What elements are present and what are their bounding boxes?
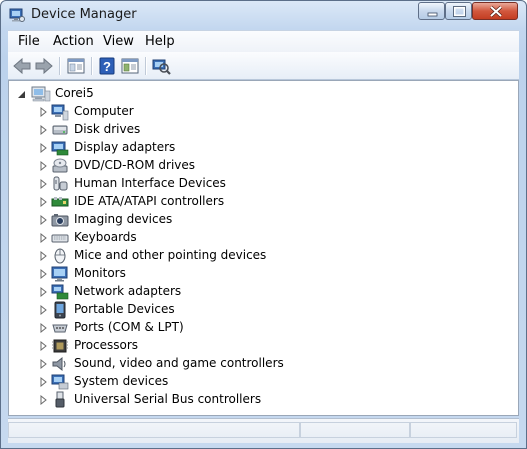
properties-button[interactable]: [119, 55, 141, 77]
tree-category-label[interactable]: Monitors: [74, 266, 126, 280]
tree-category-label[interactable]: Ports (COM & LPT): [74, 320, 184, 334]
expand-icon[interactable]: [39, 233, 49, 243]
device-manager-app-icon: [9, 8, 25, 22]
device-tree[interactable]: Corei5 Computer Disk drives Display adapte…: [8, 80, 519, 416]
svg-text:?: ?: [103, 59, 111, 74]
show-hide-console-tree-icon: [67, 58, 85, 74]
minimize-button[interactable]: [418, 2, 445, 20]
expand-icon[interactable]: [39, 269, 49, 279]
status-pane-1: [8, 422, 300, 438]
tree-category-label[interactable]: Computer: [74, 104, 134, 118]
computer-icon: [31, 86, 51, 102]
menu-file[interactable]: File: [18, 34, 40, 49]
maximize-button[interactable]: [445, 2, 472, 20]
portable-device-icon: [54, 301, 66, 319]
tree-category-label[interactable]: Network adapters: [74, 284, 181, 298]
status-pane-2: [300, 422, 410, 438]
menu-help[interactable]: Help: [145, 34, 175, 49]
close-button[interactable]: [472, 2, 518, 20]
show-hide-console-tree-button[interactable]: [65, 55, 87, 77]
toolbar-separator: [91, 57, 93, 75]
monitor-icon: [51, 266, 68, 282]
usb-icon: [55, 391, 65, 408]
tree-category-label[interactable]: Human Interface Devices: [74, 176, 226, 190]
expand-icon[interactable]: [39, 197, 49, 207]
expand-icon[interactable]: [39, 125, 49, 135]
menu-view[interactable]: View: [103, 34, 134, 49]
computer-icon: [51, 104, 69, 121]
disk-drive-icon: [52, 125, 68, 135]
processor-icon: [52, 339, 68, 353]
expand-icon[interactable]: [39, 359, 49, 369]
expand-icon[interactable]: [39, 179, 49, 189]
hid-icon: [53, 176, 68, 191]
imaging-device-icon: [51, 214, 69, 227]
mouse-icon: [54, 248, 66, 264]
tree-category-label[interactable]: Universal Serial Bus controllers: [74, 392, 261, 406]
menu-action[interactable]: Action: [53, 34, 94, 49]
tree-category-label[interactable]: Disk drives: [74, 122, 140, 136]
menu-bar: File Action View Help: [8, 30, 519, 53]
tree-category-label[interactable]: Sound, video and game controllers: [74, 356, 284, 370]
tree-category-label[interactable]: Portable Devices: [74, 302, 175, 316]
expand-icon[interactable]: [39, 161, 49, 171]
dvd-drive-icon: [52, 158, 68, 173]
tree-category-label[interactable]: Processors: [74, 338, 138, 352]
tree-root-label[interactable]: Corei5: [55, 86, 94, 100]
tree-category-label[interactable]: IDE ATA/ATAPI controllers: [74, 194, 224, 208]
toolbar-separator: [59, 57, 61, 75]
forward-arrow-icon: [35, 57, 53, 75]
scan-hardware-icon: [152, 59, 171, 75]
expand-icon[interactable]: [39, 341, 49, 351]
maximize-icon: [453, 6, 466, 17]
keyboard-icon: [51, 234, 69, 243]
expand-icon[interactable]: [39, 395, 49, 405]
toolbar-separator: [145, 57, 147, 75]
window-title: Device Manager: [31, 7, 137, 22]
sound-icon: [52, 356, 66, 372]
collapse-icon[interactable]: [17, 90, 26, 99]
display-adapter-icon: [51, 141, 69, 156]
back-arrow-icon: [13, 57, 31, 75]
tree-category-label[interactable]: Imaging devices: [74, 212, 172, 226]
tree-category-label[interactable]: Mice and other pointing devices: [74, 248, 266, 262]
expand-icon[interactable]: [39, 215, 49, 225]
back-button[interactable]: [11, 55, 33, 77]
title-bar[interactable]: Device Manager: [1, 1, 526, 29]
system-device-icon: [51, 374, 69, 390]
expand-icon[interactable]: [39, 377, 49, 387]
minimize-icon: [427, 12, 438, 17]
scan-hardware-button[interactable]: [150, 55, 172, 77]
close-icon: [489, 5, 503, 18]
expand-icon[interactable]: [39, 143, 49, 153]
expand-icon[interactable]: [39, 251, 49, 261]
tree-category-label[interactable]: Display adapters: [74, 140, 175, 154]
properties-icon: [121, 58, 139, 74]
expand-icon[interactable]: [39, 287, 49, 297]
forward-button[interactable]: [33, 55, 55, 77]
network-adapter-icon: [51, 284, 69, 300]
tree-category-label[interactable]: DVD/CD-ROM drives: [74, 158, 195, 172]
expand-icon[interactable]: [39, 323, 49, 333]
expand-icon[interactable]: [39, 305, 49, 315]
tree-category-label[interactable]: System devices: [74, 374, 168, 388]
help-button[interactable]: ?: [96, 55, 118, 77]
help-icon: ?: [99, 57, 115, 75]
device-manager-window: Device Manager File Action View Help ? C…: [0, 0, 527, 449]
toolbar: ?: [8, 52, 519, 80]
port-icon: [52, 324, 68, 333]
status-bar: [8, 418, 519, 443]
ide-controller-icon: [51, 197, 69, 207]
expand-icon[interactable]: [39, 107, 49, 117]
tree-category-label[interactable]: Keyboards: [74, 230, 137, 244]
status-pane-3: [410, 422, 517, 438]
